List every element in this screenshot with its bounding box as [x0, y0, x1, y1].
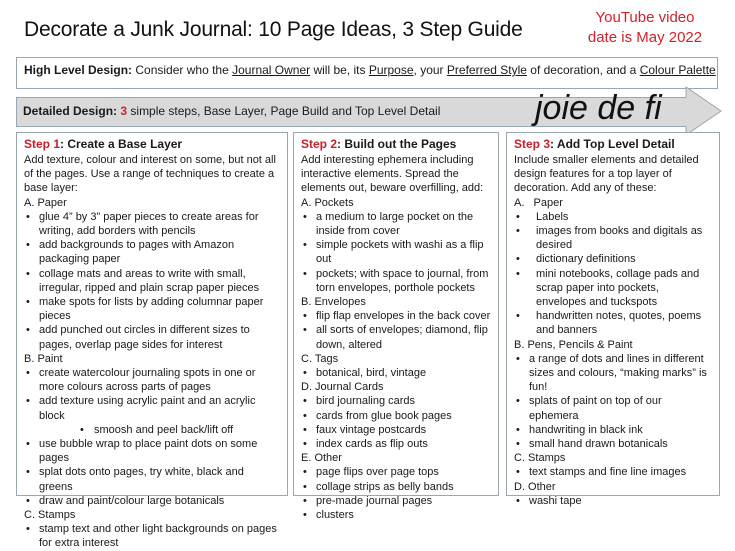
- section-heading: A. Paper: [24, 196, 67, 209]
- bullet-list: a range of dots and lines in different s…: [514, 352, 712, 452]
- list-item: clusters: [301, 508, 491, 522]
- youtube-note-line: date is May 2022: [587, 29, 703, 46]
- bullet-list: glue 4” by 3” paper pieces to create are…: [24, 210, 280, 352]
- list-item: images from books and digitals as desire…: [514, 224, 712, 252]
- high-level-design-box: High Level Design: Consider who the Jour…: [16, 57, 718, 89]
- hl-text: of decoration, and a: [526, 63, 640, 77]
- step-heading: Step 1: Create a Base Layer: [24, 137, 280, 152]
- list-item: bird journaling cards: [301, 394, 491, 408]
- bullet-list: text stamps and fine line images: [514, 465, 712, 479]
- section-heading: D. Journal Cards: [301, 381, 384, 394]
- step-number: Step 2: [301, 137, 338, 151]
- step-intro: Include smaller elements and detailed de…: [514, 154, 699, 195]
- bullet-list: a medium to large pocket on the inside f…: [301, 210, 491, 295]
- section-heading: B. Pens, Pencils & Paint: [514, 338, 633, 351]
- list-item: create watercolour journaling spots in o…: [24, 366, 280, 394]
- list-item: pockets; with space to journal, from tor…: [301, 267, 491, 295]
- step-number: Step 1: [24, 137, 61, 151]
- list-item: splats of paint on top of our ephemera: [514, 394, 712, 422]
- step-1-box: Step 1: Create a Base Layer Add texture,…: [16, 132, 288, 549]
- youtube-note-line: YouTube video: [595, 9, 695, 26]
- section-heading: C. Tags: [301, 352, 339, 365]
- bullet-list: create watercolour journaling spots in o…: [24, 366, 280, 508]
- bullet-list: flip flap envelopes in the back cover al…: [301, 309, 491, 352]
- list-item: cards from glue book pages: [301, 409, 491, 423]
- list-item: simple pockets with washi as a flip out: [301, 238, 491, 266]
- colour-palette-term: Colour Palette: [639, 63, 716, 77]
- hl-text: , your: [413, 63, 447, 77]
- bullet-list: bird journaling cards cards from glue bo…: [301, 394, 491, 451]
- step-title: : Create a Base Layer: [60, 137, 183, 151]
- list-item: washi tape: [514, 494, 712, 508]
- list-item: add punched out circles in different siz…: [24, 323, 280, 351]
- hl-text: will be, its: [310, 63, 369, 77]
- section-heading: B. Paint: [24, 352, 63, 365]
- list-item: text stamps and fine line images: [514, 465, 712, 479]
- journal-owner-term: Journal Owner: [232, 63, 311, 77]
- detailed-design-desc: simple steps, Base Layer, Page Build and…: [127, 104, 441, 118]
- list-item: Labels: [514, 210, 712, 224]
- list-item: stamp text and other light backgrounds o…: [24, 522, 280, 550]
- step-number: Step 3: [514, 137, 551, 151]
- bullet-list: botanical, bird, vintage: [301, 366, 491, 380]
- list-item: a range of dots and lines in different s…: [514, 352, 712, 395]
- list-item: flip flap envelopes in the back cover: [301, 309, 491, 323]
- list-item: use bubble wrap to place paint dots on s…: [24, 437, 280, 465]
- list-item: make spots for lists by adding columnar …: [24, 295, 280, 323]
- list-item: handwritten notes, quotes, poems and ban…: [514, 309, 712, 337]
- section-heading: A. Paper: [514, 196, 563, 209]
- purpose-term: Purpose: [368, 63, 414, 77]
- list-item: splat dots onto pages, try white, black …: [24, 465, 280, 493]
- bullet-list: stamp text and other light backgrounds o…: [24, 522, 280, 550]
- list-item: botanical, bird, vintage: [301, 366, 491, 380]
- section-heading: C. Stamps: [24, 509, 76, 522]
- list-item: all sorts of envelopes; diamond, flip do…: [301, 323, 491, 351]
- step-title: : Build out the Pages: [337, 137, 457, 151]
- sub-list-item: smoosh and peel back/lift off: [24, 423, 280, 437]
- section-heading: A. Pockets: [301, 196, 354, 209]
- list-item: small hand drawn botanicals: [514, 437, 712, 451]
- list-item: glue 4” by 3” paper pieces to create are…: [24, 210, 280, 238]
- section-heading: C. Stamps: [514, 452, 566, 465]
- bullet-list: page flips over page tops collage strips…: [301, 465, 491, 522]
- section-heading: E. Other: [301, 452, 342, 465]
- list-item: draw and paint/colour large botanicals: [24, 494, 280, 508]
- step-intro: Add texture, colour and interest on some…: [24, 154, 276, 195]
- step-heading: Step 3: Add Top Level Detail: [514, 137, 712, 152]
- list-item: index cards as flip outs: [301, 437, 491, 451]
- list-item: mini notebooks, collage pads and scrap p…: [514, 267, 712, 310]
- step-2-box: Step 2: Build out the Pages Add interest…: [293, 132, 499, 522]
- list-item: collage strips as belly bands: [301, 480, 491, 494]
- bullet-list: Labels images from books and digitals as…: [514, 210, 712, 338]
- list-item: page flips over page tops: [301, 465, 491, 479]
- watermark-logo: joie de fi: [535, 89, 662, 127]
- step-intro: Add interesting ephemera including inter…: [301, 154, 484, 195]
- page-title: Decorate a Junk Journal: 10 Page Ideas, …: [24, 18, 523, 41]
- list-item: faux vintage postcards: [301, 423, 491, 437]
- hl-text: Consider who the: [132, 63, 233, 77]
- detailed-design-label: Detailed Design:: [23, 104, 118, 118]
- section-heading: D. Other: [514, 480, 556, 493]
- list-item: add backgrounds to pages with Amazon pac…: [24, 238, 280, 266]
- step-3-box: Step 3: Add Top Level Detail Include sma…: [506, 132, 720, 508]
- section-heading: B. Envelopes: [301, 296, 366, 309]
- list-item: pre-made journal pages: [301, 494, 491, 508]
- detailed-design-text: Detailed Design: 3 simple steps, Base La…: [23, 104, 440, 118]
- bullet-list: washi tape: [514, 494, 712, 508]
- list-item: a medium to large pocket on the inside f…: [301, 210, 491, 238]
- list-item: collage mats and areas to write with sma…: [24, 267, 280, 295]
- list-item: handwriting in black ink: [514, 423, 712, 437]
- youtube-note: YouTube video date is May 2022: [570, 8, 720, 48]
- list-item: dictionary definitions: [514, 252, 712, 266]
- step-title: : Add Top Level Detail: [550, 137, 675, 151]
- high-level-label: High Level Design:: [24, 63, 133, 77]
- list-item: add texture using acrylic paint and an a…: [24, 394, 280, 422]
- preferred-style-term: Preferred Style: [446, 63, 527, 77]
- step-heading: Step 2: Build out the Pages: [301, 137, 491, 152]
